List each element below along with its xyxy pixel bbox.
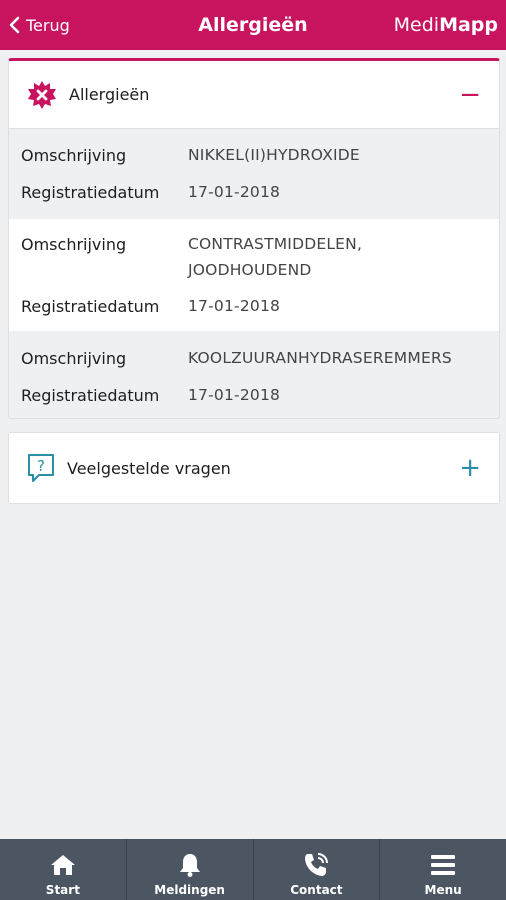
phone-icon: [302, 851, 330, 879]
nav-label: Meldingen: [154, 883, 225, 897]
date-label: Registratiedatum: [21, 183, 160, 202]
chevron-left-icon: [9, 16, 20, 34]
home-icon: [50, 851, 76, 879]
brand-part1: Medi: [393, 14, 440, 36]
allergy-record: Omschrijving KOOLZUURANHYDRASEREMMERS Re…: [9, 331, 499, 418]
menu-icon: [430, 851, 456, 879]
allergy-icon: [28, 80, 56, 109]
allergies-card-header[interactable]: Allergieën −: [9, 61, 499, 129]
allergies-card: Allergieën − Omschrijving NIKKEL(II)HYDR…: [8, 58, 500, 419]
description-value: KOOLZUURANHYDRASEREMMERS: [188, 349, 452, 367]
faq-card-header[interactable]: ? Veelgestelde vragen +: [9, 433, 499, 503]
nav-meldingen[interactable]: Meldingen: [127, 839, 254, 900]
collapse-toggle[interactable]: −: [459, 82, 481, 108]
description-label: Omschrijving: [21, 235, 127, 254]
nav-start[interactable]: Start: [0, 839, 127, 900]
question-icon: ?: [28, 454, 54, 482]
date-label: Registratiedatum: [21, 297, 160, 316]
description-line: CONTRASTMIDDELEN,: [188, 235, 363, 253]
bell-icon: [178, 851, 202, 879]
description-value: CONTRASTMIDDELEN, JOODHOUDEND: [188, 231, 362, 297]
description-label: Omschrijving: [21, 146, 127, 165]
allergy-record: Omschrijving NIKKEL(II)HYDROXIDE Registr…: [9, 129, 499, 219]
allergy-record: Omschrijving CONTRASTMIDDELEN, JOODHOUDE…: [9, 219, 499, 331]
date-value: 17-01-2018: [188, 183, 281, 201]
nav-label: Start: [45, 883, 80, 897]
faq-card-title: Veelgestelde vragen: [67, 458, 231, 478]
app-header: Terug Allergieën MediMapp: [0, 0, 506, 50]
nav-label: Menu: [424, 883, 462, 897]
date-value: 17-01-2018: [188, 297, 281, 315]
description-label: Omschrijving: [21, 349, 127, 368]
date-value: 17-01-2018: [188, 386, 281, 404]
nav-contact[interactable]: Contact: [254, 839, 381, 900]
allergies-card-title: Allergieën: [69, 85, 150, 104]
back-label: Terug: [26, 15, 70, 35]
svg-text:?: ?: [37, 457, 45, 475]
nav-label: Contact: [290, 883, 343, 897]
brand-logo: MediMapp: [394, 0, 498, 50]
back-button[interactable]: Terug: [8, 0, 70, 50]
expand-toggle[interactable]: +: [459, 455, 481, 481]
description-value: NIKKEL(II)HYDROXIDE: [188, 146, 360, 164]
bottom-nav: Start Meldingen Contact Menu: [0, 839, 506, 900]
faq-card: ? Veelgestelde vragen +: [8, 432, 500, 504]
nav-menu[interactable]: Menu: [380, 839, 506, 900]
date-label: Registratiedatum: [21, 386, 160, 405]
description-line: JOODHOUDEND: [188, 261, 312, 279]
brand-part2: Mapp: [439, 14, 498, 36]
